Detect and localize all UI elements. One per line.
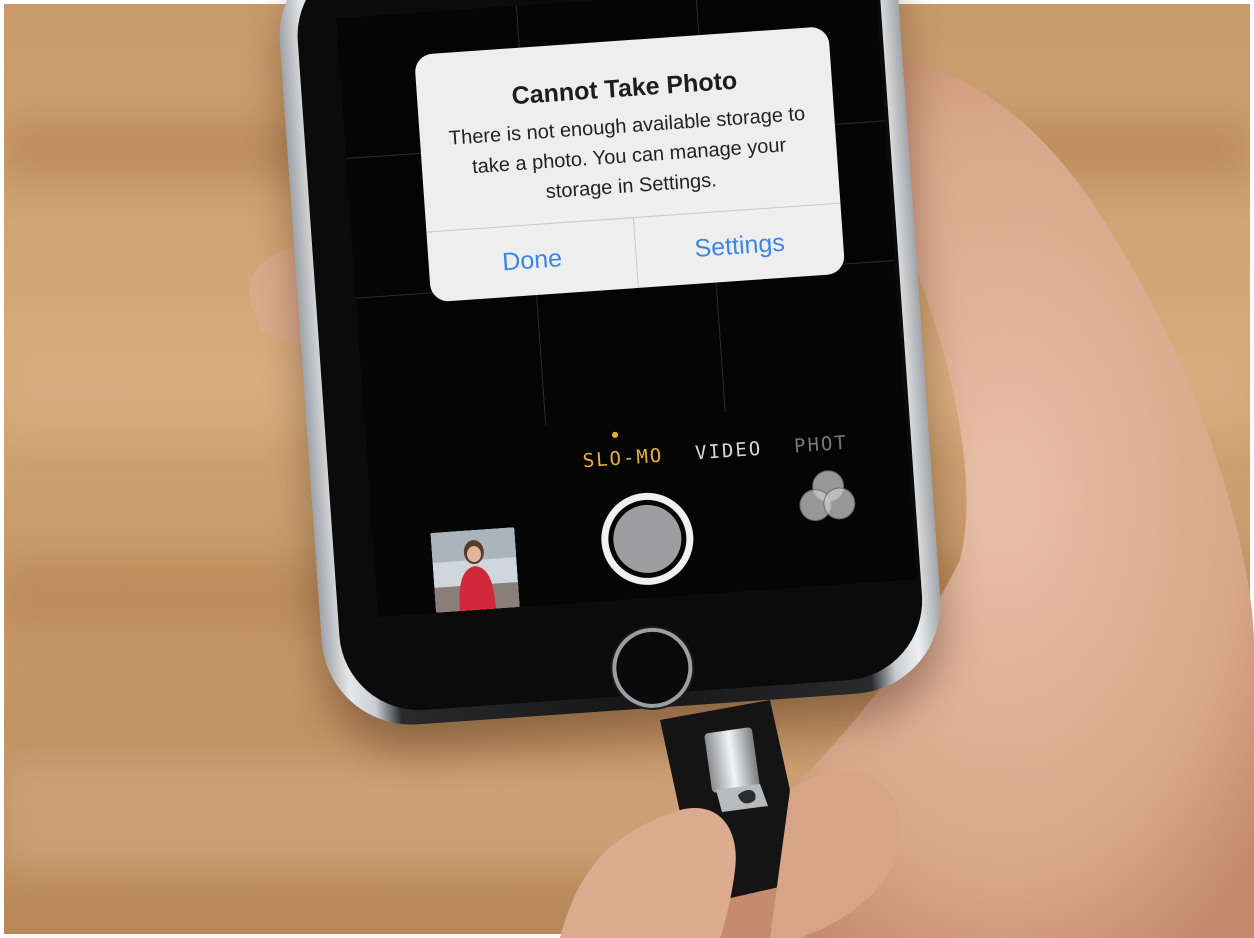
shutter-icon[interactable]	[598, 489, 697, 589]
shutter-core	[611, 502, 684, 576]
active-mode-indicator	[611, 431, 619, 439]
mode-photo[interactable]: PHOT	[793, 432, 848, 458]
alert-message: There is not enough available storage to…	[448, 102, 806, 204]
iphone: Cannot Take Photo There is not enough av…	[273, 0, 947, 731]
camera-screen: Cannot Take Photo There is not enough av…	[336, 0, 917, 617]
storage-alert-dialog: Cannot Take Photo There is not enough av…	[414, 26, 846, 303]
mode-video[interactable]: VIDEO	[694, 438, 763, 465]
alert-actions: Done Settings	[426, 202, 846, 303]
shutter-ring	[605, 497, 689, 581]
camera-mode-selector: SLO-MO VIDEO PHOT	[582, 428, 903, 472]
filters-icon[interactable]	[797, 468, 857, 524]
thumbnail-image	[430, 527, 520, 613]
done-button[interactable]: Done	[426, 218, 637, 302]
settings-button[interactable]: Settings	[632, 203, 846, 288]
thumbnail-photo[interactable]	[430, 527, 520, 613]
phone-face: Cannot Take Photo There is not enough av…	[292, 0, 928, 716]
mode-slo-mo[interactable]: SLO-MO	[582, 445, 664, 473]
